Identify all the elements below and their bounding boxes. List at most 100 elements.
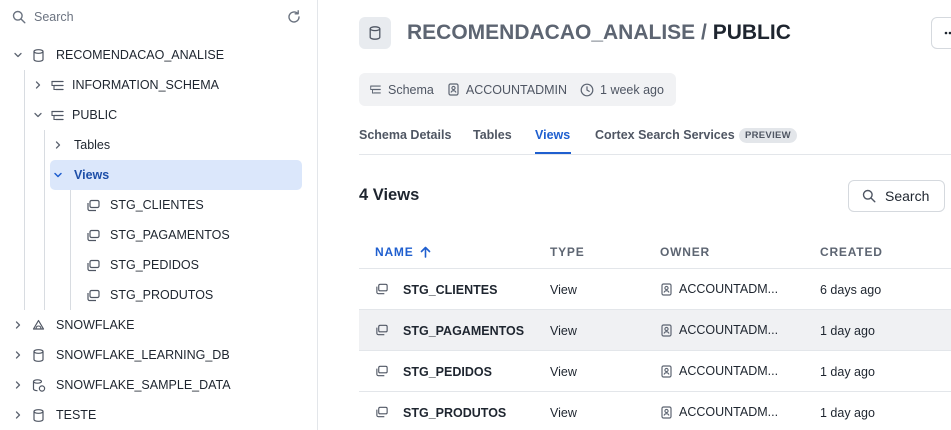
- column-header-name[interactable]: NAME: [375, 245, 431, 259]
- tree-item-public[interactable]: PUBLIC: [28, 100, 302, 130]
- tree-item-label: TESTE: [56, 408, 97, 422]
- chevron-down-icon[interactable]: [33, 110, 43, 120]
- table-row[interactable]: STG_PAGAMENTOS View ACCOUNTADM... 1 day …: [359, 310, 951, 351]
- view-icon: [376, 283, 388, 295]
- page-title: RECOMENDACAO_ANALISE / PUBLIC: [407, 21, 791, 45]
- chevron-right-icon[interactable]: [53, 140, 63, 150]
- view-type: View: [550, 406, 577, 420]
- tree-item-label: Tables: [74, 138, 111, 152]
- tree-item-label: SNOWFLAKE_SAMPLE_DATA: [56, 378, 231, 392]
- view-name[interactable]: STG_PAGAMENTOS: [403, 324, 524, 338]
- search-button-label: Search: [885, 188, 930, 204]
- tree-item-stg-pedidos[interactable]: STG_PEDIDOS: [84, 250, 302, 280]
- tree-item-views[interactable]: Views: [50, 160, 302, 190]
- meta-type-label: Schema: [388, 82, 434, 97]
- tree-item-snowflake-sample-data[interactable]: SNOWFLAKE_SAMPLE_DATA: [8, 370, 302, 400]
- database-icon: [369, 26, 381, 40]
- role-icon: [661, 364, 672, 378]
- view-icon: [376, 365, 388, 377]
- view-icon: [376, 406, 388, 418]
- schema-icon: [51, 80, 64, 90]
- meta-type: Schema: [369, 83, 434, 97]
- table-row[interactable]: STG_PEDIDOS View ACCOUNTADM... 1 day ago: [359, 351, 951, 392]
- chevron-right-icon[interactable]: [13, 350, 23, 360]
- view-name[interactable]: STG_PEDIDOS: [403, 365, 492, 379]
- tab-tables[interactable]: Tables: [473, 128, 512, 142]
- schema-icon: [51, 110, 64, 120]
- view-owner: ACCOUNTADM...: [660, 323, 778, 337]
- schema-icon: [370, 85, 381, 94]
- tree-item-label: STG_PRODUTOS: [110, 288, 214, 302]
- role-icon: [448, 83, 459, 96]
- chevron-right-icon[interactable]: [13, 410, 23, 420]
- tree-item-snowflake[interactable]: SNOWFLAKE: [8, 310, 302, 340]
- meta-owner: ACCOUNTADMIN: [447, 83, 567, 97]
- tab-cortex-search-services[interactable]: Cortex Search Services: [595, 128, 735, 142]
- chevron-down-icon[interactable]: [53, 170, 63, 180]
- more-actions-button[interactable]: [931, 17, 951, 49]
- tree-guide-line: [70, 190, 71, 310]
- view-created: 1 day ago: [820, 324, 875, 338]
- clock-icon: [580, 83, 594, 96]
- tab-views[interactable]: Views: [535, 128, 570, 142]
- view-created: 6 days ago: [820, 283, 882, 297]
- tree-item-tables[interactable]: Tables: [50, 130, 302, 160]
- view-icon: [87, 199, 100, 211]
- sort-ascending-icon: [420, 246, 430, 258]
- title-separator: /: [695, 21, 713, 44]
- column-header-created[interactable]: CREATED: [820, 245, 883, 259]
- tree-item-snowflake-learning-db[interactable]: SNOWFLAKE_LEARNING_DB: [8, 340, 302, 370]
- tree-item-label: STG_CLIENTES: [110, 198, 204, 212]
- chevron-right-icon[interactable]: [13, 320, 23, 330]
- column-header-type[interactable]: TYPE: [550, 245, 585, 259]
- tree-item-teste[interactable]: TESTE: [8, 400, 302, 430]
- tab-schema-details[interactable]: Schema Details: [359, 128, 451, 142]
- tree-item-label: SNOWFLAKE_LEARNING_DB: [56, 348, 230, 362]
- more-icon: [944, 31, 951, 35]
- view-name[interactable]: STG_CLIENTES: [403, 283, 497, 297]
- chevron-down-icon[interactable]: [13, 50, 23, 60]
- view-icon: [376, 324, 388, 336]
- chevron-right-icon[interactable]: [33, 80, 43, 90]
- shared-database-icon: [32, 378, 46, 392]
- meta-owner-label: ACCOUNTADMIN: [465, 82, 568, 97]
- schema-header-icon: [359, 17, 391, 49]
- tree-item-label: INFORMATION_SCHEMA: [72, 78, 219, 92]
- tree-item-label: Views: [74, 168, 110, 182]
- view-icon: [87, 259, 100, 271]
- search-icon: [12, 10, 26, 24]
- table-row[interactable]: STG_CLIENTES View ACCOUNTADM... 6 days a…: [359, 269, 951, 310]
- tree-item-recomendacao-analise[interactable]: RECOMENDACAO_ANALISE: [8, 40, 302, 70]
- meta-age-label: 1 week ago: [600, 82, 664, 97]
- tree-item-stg-clientes[interactable]: STG_CLIENTES: [84, 190, 302, 220]
- tree-item-information-schema[interactable]: INFORMATION_SCHEMA: [28, 70, 302, 100]
- views-search-button[interactable]: Search: [848, 180, 945, 212]
- title-database[interactable]: RECOMENDACAO_ANALISE: [407, 21, 695, 44]
- tree-item-label: SNOWFLAKE: [56, 318, 135, 332]
- tree-item-label: STG_PAGAMENTOS: [110, 228, 230, 242]
- sidebar-search-placeholder: Search: [34, 10, 74, 24]
- detail-tabs: Schema Details Tables Views Cortex Searc…: [359, 120, 951, 155]
- view-icon: [87, 229, 100, 241]
- view-owner-label: ACCOUNTADM...: [679, 282, 779, 296]
- tree-guide-line: [24, 70, 25, 310]
- search-icon: [862, 189, 876, 203]
- tree-item-label: STG_PEDIDOS: [110, 258, 199, 272]
- refresh-icon[interactable]: [286, 9, 302, 25]
- database-icon: [33, 348, 44, 362]
- view-name[interactable]: STG_PRODUTOS: [403, 406, 506, 420]
- tree-item-stg-pagamentos[interactable]: STG_PAGAMENTOS: [84, 220, 302, 250]
- table-row[interactable]: STG_PRODUTOS View ACCOUNTADM... 1 day ag…: [359, 392, 951, 430]
- tree-item-label: RECOMENDACAO_ANALISE: [56, 48, 225, 62]
- view-created: 1 day ago: [820, 406, 875, 420]
- view-type: View: [550, 324, 577, 338]
- object-explorer-sidebar: Search RECOMENDACAO_ANALISE INFORMATION_…: [0, 0, 318, 430]
- views-count-heading: 4 Views: [359, 186, 420, 204]
- view-owner: ACCOUNTADM...: [660, 405, 778, 419]
- chevron-right-icon[interactable]: [13, 380, 23, 390]
- column-header-owner[interactable]: OWNER: [660, 245, 710, 259]
- database-icon: [33, 408, 44, 422]
- sidebar-search[interactable]: Search: [8, 6, 310, 28]
- tree-item-stg-produtos[interactable]: STG_PRODUTOS: [84, 280, 302, 310]
- role-icon: [661, 323, 672, 337]
